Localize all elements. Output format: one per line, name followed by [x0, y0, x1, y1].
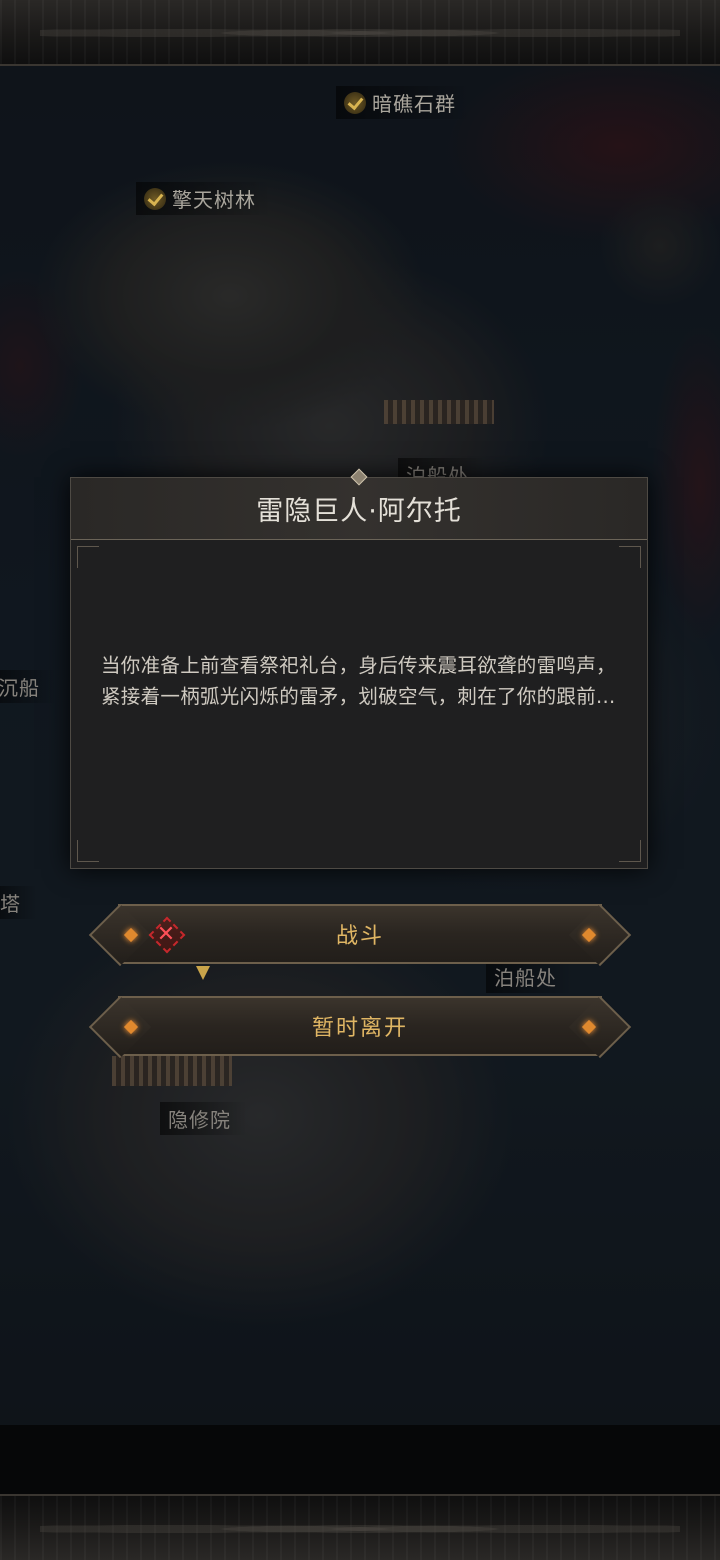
dialog-body-text: 当你准备上前查看祭祀礼台，身后传来震耳欲聋的雷鸣声，紧接着一柄弧光闪烁的雷矛，划… — [101, 654, 616, 708]
location-reef-rocks[interactable]: 暗礁石群 — [336, 86, 472, 119]
gem-ornament — [123, 1019, 139, 1035]
dialog-title: 雷隐巨人·阿尔托 — [256, 496, 462, 527]
corner-ornament — [77, 546, 99, 568]
location-label: 擎天树林 — [172, 188, 256, 212]
corner-ornament — [77, 840, 99, 862]
crossed-swords-icon: ✕ — [152, 920, 182, 950]
map-marker-icon — [196, 966, 210, 980]
location-abbey[interactable]: 隐修院 — [160, 1102, 247, 1135]
fight-button-label: 战斗 — [335, 924, 384, 949]
top-frame — [0, 0, 720, 66]
location-label: 暗礁石群 — [372, 92, 456, 116]
location-sky-forest[interactable]: 擎天树林 — [136, 182, 272, 215]
location-shipwreck[interactable]: 沉船 — [0, 670, 56, 703]
location-label: 塔 — [0, 892, 21, 916]
bottom-bar — [0, 1425, 720, 1494]
location-label: 泊船处 — [494, 966, 557, 990]
pier-structure — [384, 400, 494, 424]
location-tower[interactable]: 塔 — [0, 886, 37, 919]
bottom-frame — [0, 1494, 720, 1560]
corner-ornament — [619, 546, 641, 568]
location-harbor-south[interactable]: 泊船处 — [486, 960, 573, 993]
leave-button-label: 暂时离开 — [311, 1016, 408, 1041]
check-icon — [144, 188, 166, 210]
location-label: 沉船 — [0, 676, 40, 700]
gem-ornament — [123, 927, 139, 943]
check-icon — [344, 92, 366, 114]
dialog-header: 雷隐巨人·阿尔托 — [71, 468, 647, 540]
event-dialog: 雷隐巨人·阿尔托 当你准备上前查看祭祀礼台，身后传来震耳欲聋的雷鸣声，紧接着一柄… — [70, 468, 648, 869]
abbey-fence — [112, 1056, 232, 1086]
gem-ornament — [581, 1019, 597, 1035]
leave-button[interactable]: 暂时离开 — [118, 996, 602, 1056]
gem-ornament — [581, 927, 597, 943]
location-label: 隐修院 — [168, 1108, 231, 1132]
fight-button[interactable]: ✕ 战斗 — [118, 904, 602, 964]
corner-ornament — [619, 840, 641, 862]
